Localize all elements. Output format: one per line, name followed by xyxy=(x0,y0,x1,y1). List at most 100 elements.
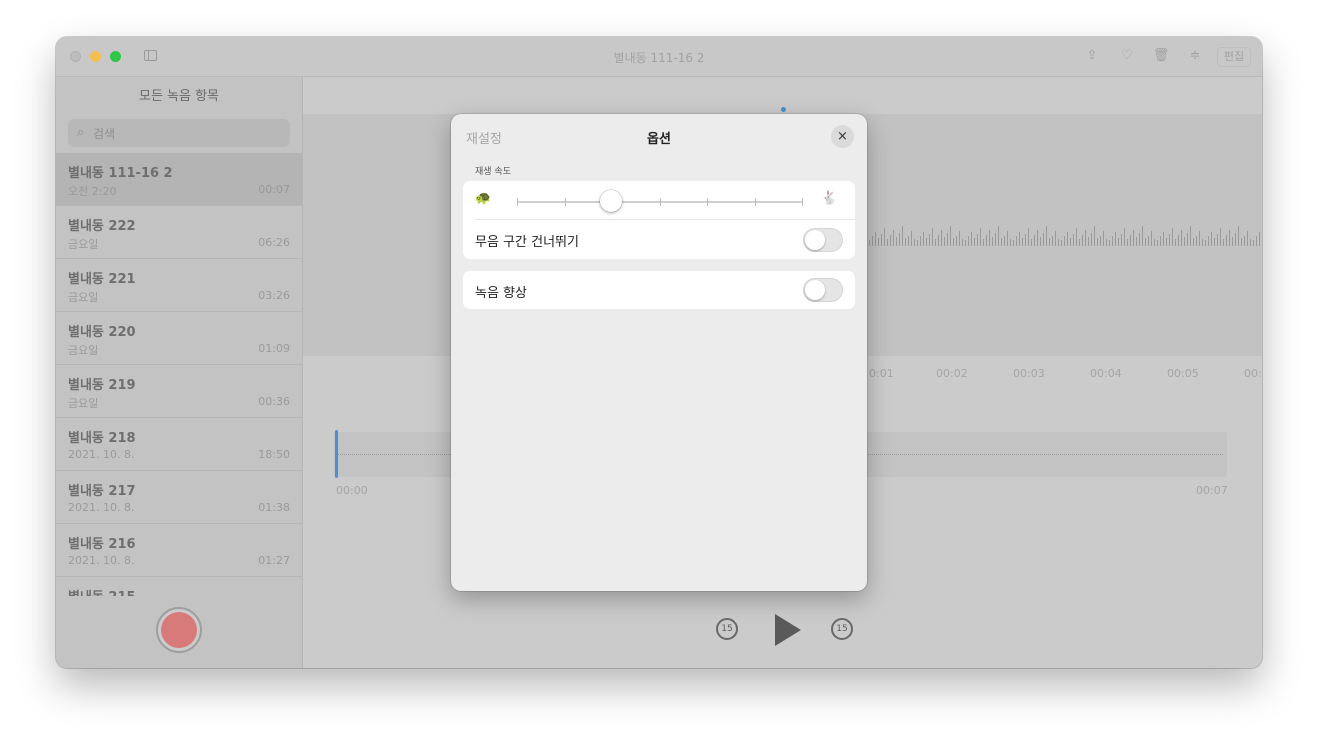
edit-button[interactable]: 편집 xyxy=(1217,47,1251,67)
waveform-bar xyxy=(905,238,906,246)
waveform-bar xyxy=(1205,240,1206,246)
item-date: 2021. 10. 8. xyxy=(68,554,135,567)
share-icon[interactable]: ⇪ xyxy=(1083,47,1101,65)
skip-back-label: 15 xyxy=(721,624,733,634)
search-field[interactable]: ⌕ 검색 xyxy=(68,119,290,147)
waveform-bar xyxy=(920,236,921,246)
waveform-bar xyxy=(1013,240,1014,246)
waveform-bar xyxy=(1004,236,1005,246)
waveform-bar xyxy=(1199,231,1200,246)
waveform-bar xyxy=(1058,239,1059,246)
waveform-bar xyxy=(950,226,951,246)
waveform-bar xyxy=(1136,237,1137,246)
waveform-bar xyxy=(998,226,999,246)
waveform-bar xyxy=(938,235,939,246)
waveform-bar xyxy=(1052,236,1053,246)
play-button[interactable] xyxy=(775,614,801,646)
item-date: 금요일 xyxy=(68,238,99,251)
record-button[interactable] xyxy=(156,607,202,653)
sidebar-header: 모든 녹음 항목 xyxy=(138,89,220,104)
list-item[interactable]: 별내동 218 2021. 10. 8. 18:50 xyxy=(56,418,302,471)
playback-speed-label: 재생 속도 xyxy=(475,167,511,177)
item-title: 별내동 219 xyxy=(68,378,136,393)
waveform-bar xyxy=(1190,226,1191,246)
waveform-bar xyxy=(971,232,972,246)
waveform-bar xyxy=(1076,228,1077,246)
recordings-list: 별내동 111-16 2 오전 2:20 00:07 별내동 222 금요일 0… xyxy=(56,153,302,596)
waveform-bar xyxy=(1196,236,1197,246)
waveform-bar xyxy=(989,230,990,246)
waveform-bar xyxy=(1142,226,1143,246)
playback-speed-slider[interactable] xyxy=(517,198,803,206)
waveform-bar xyxy=(1112,236,1113,246)
waveform-bar xyxy=(887,239,888,246)
search-placeholder: 검색 xyxy=(93,127,116,141)
waveform-bar xyxy=(1226,235,1227,246)
divider xyxy=(475,219,855,220)
waveform-bar xyxy=(1034,235,1035,246)
list-item[interactable]: 별내동 219 금요일 00:36 xyxy=(56,365,302,418)
options-dialog: 재설정 옵션 × 재생 속도 🐢 🐇 무음 구간 건너뛰기 녹음 향상 xyxy=(451,114,867,591)
waveform-bar xyxy=(872,236,873,246)
item-title: 별내동 222 xyxy=(68,219,136,234)
close-dialog-button[interactable]: × xyxy=(831,125,854,148)
waveform-bar xyxy=(1238,226,1239,246)
speed-slider-thumb[interactable] xyxy=(600,190,623,212)
trash-icon[interactable]: 🗑 xyxy=(1152,47,1170,65)
skip-silence-toggle[interactable] xyxy=(803,228,843,252)
waveform-bar xyxy=(1049,238,1050,246)
waveform-bar xyxy=(1169,234,1170,246)
waveform-bar xyxy=(908,236,909,246)
search-icon: ⌕ xyxy=(77,125,85,140)
waveform-bar xyxy=(1046,226,1047,246)
waveform-bar xyxy=(1166,238,1167,246)
settings-sliders-icon[interactable]: ≑ xyxy=(1186,47,1204,65)
waveform-bar xyxy=(1217,234,1218,246)
enhance-recording-toggle[interactable] xyxy=(803,278,843,302)
waveform-bar xyxy=(1124,228,1125,246)
waveform-bar xyxy=(1103,231,1104,246)
skip-back-15-button[interactable]: 15 xyxy=(716,618,738,640)
waveform-bar xyxy=(980,228,981,246)
waveform-bar xyxy=(956,236,957,246)
waveform-bar xyxy=(1097,238,1098,246)
list-item[interactable]: 별내동 217 2021. 10. 8. 01:38 xyxy=(56,471,302,524)
start-time: 00:00 xyxy=(336,484,368,497)
list-item[interactable]: 별내동 111-16 2 오전 2:20 00:07 xyxy=(56,153,302,206)
list-item[interactable]: 별내동 221 금요일 03:26 xyxy=(56,259,302,312)
waveform-bar xyxy=(1256,236,1257,246)
waveform-bar xyxy=(1202,239,1203,246)
list-item[interactable]: 별내동 220 금요일 01:09 xyxy=(56,312,302,365)
waveform-bar xyxy=(1208,236,1209,246)
skip-forward-15-button[interactable]: 15 xyxy=(831,618,853,640)
list-item[interactable]: 별내동 215 xyxy=(56,577,302,596)
waveform-bar xyxy=(1154,239,1155,246)
waveform-bar xyxy=(1232,237,1233,246)
slider-tick xyxy=(755,198,756,206)
waveform-bar xyxy=(893,230,894,246)
waveform-bar xyxy=(1181,230,1182,246)
heart-icon[interactable]: ♡ xyxy=(1118,47,1136,65)
timeline-label: 00:03 xyxy=(1013,367,1045,380)
enhance-recording-label: 녹음 향상 xyxy=(475,286,527,301)
waveform-bar xyxy=(1241,238,1242,246)
waveform-bar xyxy=(1019,232,1020,246)
waveform-bar xyxy=(1223,239,1224,246)
waveform-bar xyxy=(1031,239,1032,246)
waveform-bar xyxy=(1163,232,1164,246)
overview-playhead[interactable] xyxy=(335,430,338,478)
waveform-bar xyxy=(1088,237,1089,246)
waveform-bar xyxy=(935,239,936,246)
sidebar-footer xyxy=(56,596,302,668)
waveform-bar xyxy=(1070,238,1071,246)
slider-tick xyxy=(517,198,518,206)
list-item[interactable]: 별내동 222 금요일 06:26 xyxy=(56,206,302,259)
list-item[interactable]: 별내동 216 2021. 10. 8. 01:27 xyxy=(56,524,302,577)
item-title: 별내동 221 xyxy=(68,272,136,287)
timeline-label: 00:05 xyxy=(1167,367,1199,380)
end-time: 00:07 xyxy=(1196,484,1228,497)
waveform-bar xyxy=(1178,235,1179,246)
waveform-bar xyxy=(911,231,912,246)
waveform-bar xyxy=(1244,236,1245,246)
item-date: 2021. 10. 8. xyxy=(68,501,135,514)
